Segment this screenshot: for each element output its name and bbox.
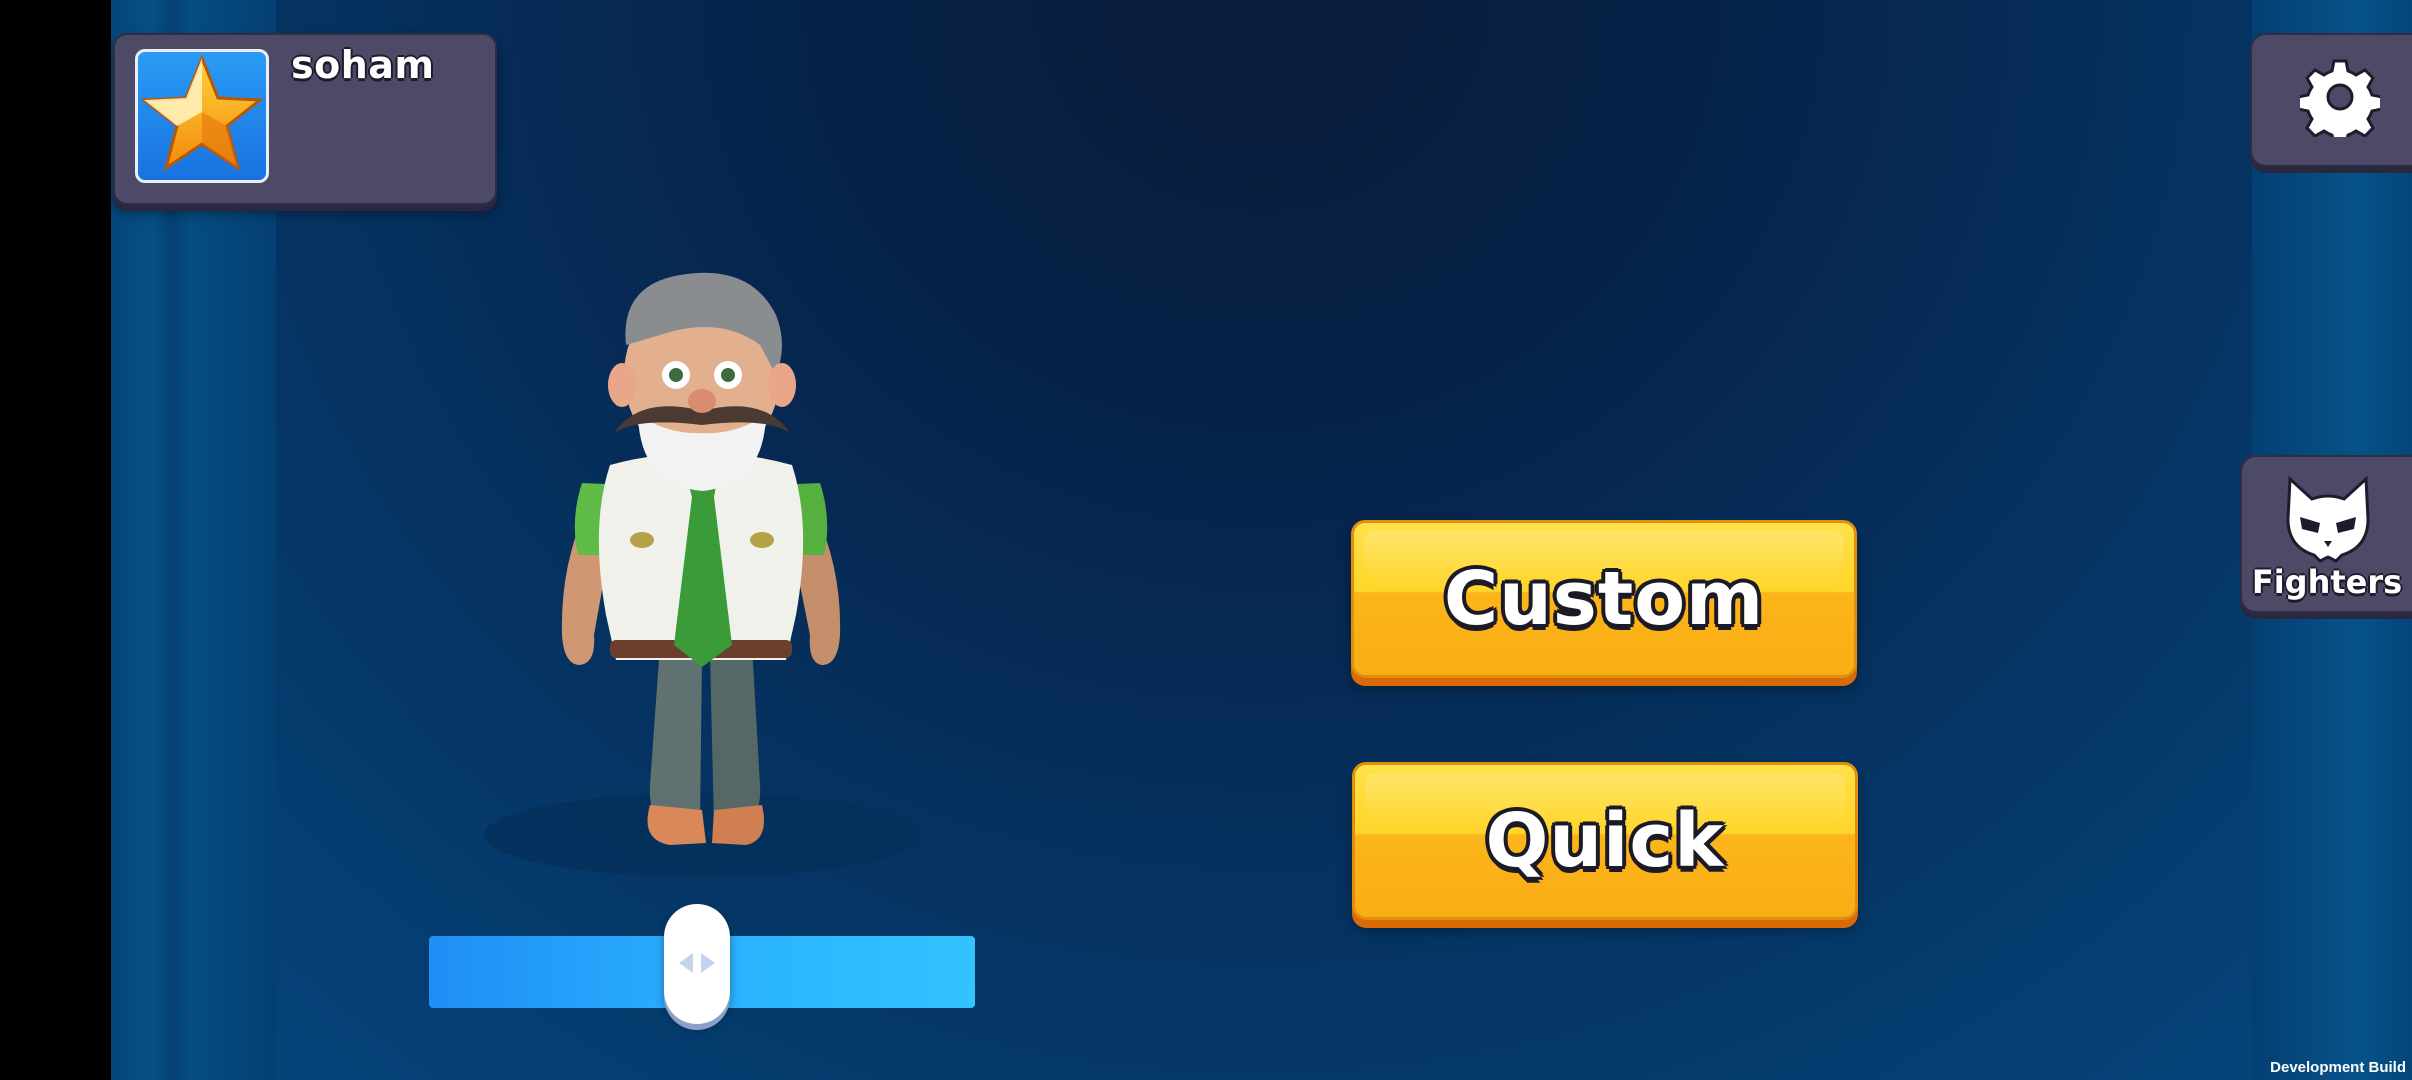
settings-button[interactable]: [2250, 33, 2412, 167]
left-right-arrows-icon: [678, 953, 715, 973]
fighters-button[interactable]: Fighters: [2240, 455, 2412, 613]
player-profile-card[interactable]: soham: [113, 33, 497, 205]
character-rotate-slider[interactable]: [429, 904, 975, 1024]
development-build-label: Development Build: [2270, 1059, 2406, 1076]
cat-mask-icon: [2286, 475, 2370, 563]
fighter-character[interactable]: [470, 265, 930, 880]
avatar[interactable]: [135, 49, 269, 183]
fighters-label: Fighters: [2251, 563, 2403, 601]
letterbox-bar: [0, 0, 111, 1080]
star-icon: [139, 53, 265, 172]
game-screen: soham Fighters Custom Quick Development …: [0, 0, 2412, 1080]
quick-button-label: Quick: [1485, 798, 1725, 884]
slider-handle[interactable]: [663, 904, 730, 1024]
custom-match-button[interactable]: Custom: [1351, 520, 1857, 678]
custom-button-label: Custom: [1443, 556, 1765, 642]
player-username: soham: [291, 43, 435, 87]
gear-icon: [2300, 59, 2380, 137]
quick-match-button[interactable]: Quick: [1352, 762, 1858, 920]
